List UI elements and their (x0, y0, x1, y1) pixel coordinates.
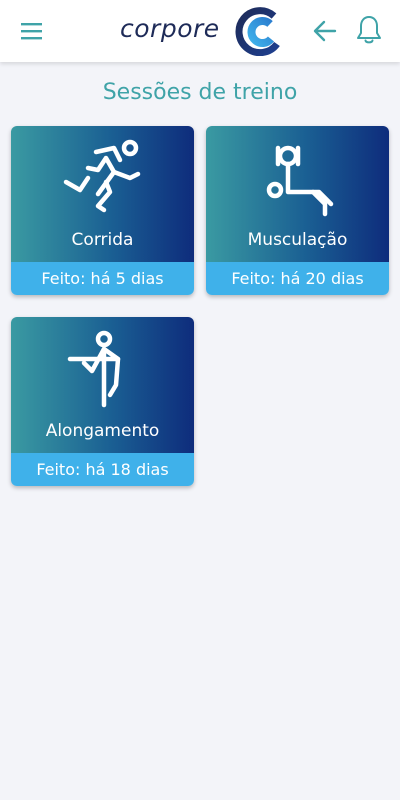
session-name: Musculação (247, 230, 348, 250)
session-card-alongamento[interactable]: Alongamento Feito: há 18 dias (11, 317, 194, 486)
logo-text: corpore (120, 14, 220, 43)
session-name: Corrida (71, 230, 134, 250)
bell-icon (357, 16, 381, 44)
back-button[interactable] (311, 17, 339, 45)
session-card-corrida[interactable]: Corrida Feito: há 5 dias (11, 126, 194, 295)
session-status: Feito: há 18 dias (11, 453, 194, 486)
hamburger-menu-icon (21, 23, 42, 40)
session-name: Alongamento (45, 421, 160, 441)
card-gradient: Alongamento (11, 317, 194, 453)
weightlifting-icon (266, 145, 333, 217)
session-status: Feito: há 20 dias (206, 262, 389, 295)
corpore-logo: corpore (118, 6, 284, 56)
notifications-button[interactable] (355, 14, 383, 46)
arrow-left-icon (313, 20, 337, 42)
top-app-bar: corpore (0, 0, 400, 62)
session-status: Feito: há 5 dias (11, 262, 194, 295)
session-card-musculacao[interactable]: Musculação Feito: há 20 dias (206, 126, 389, 295)
running-icon (63, 139, 140, 213)
card-gradient: Musculação (206, 126, 389, 262)
menu-button[interactable] (19, 19, 45, 43)
page-title: Sessões de treino (102, 80, 298, 105)
logo-mark-icon (235, 7, 280, 56)
stretching-icon (67, 330, 120, 408)
card-gradient: Corrida (11, 126, 194, 262)
